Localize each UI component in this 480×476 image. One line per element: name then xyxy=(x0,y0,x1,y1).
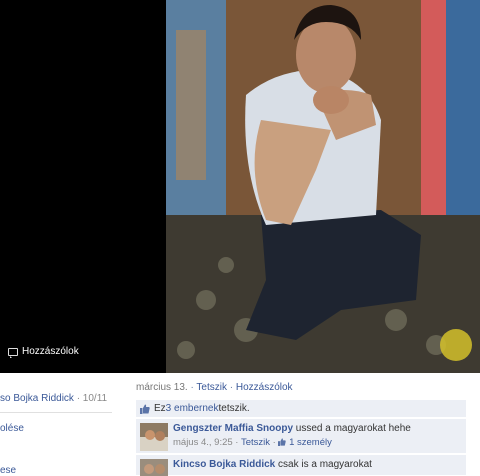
left-link-1[interactable]: olése xyxy=(0,423,24,434)
likes-summary: Ez 3 embernek tetszik. xyxy=(136,400,466,418)
feedback-panel: március 13. · Tetszik · Hozzászólok Ez 3… xyxy=(130,373,480,476)
thumbs-up-icon xyxy=(140,404,150,414)
likes-count-link[interactable]: 3 embernek xyxy=(166,403,219,414)
photo-meta: március 13. · Tetszik · Hozzászólok xyxy=(136,382,293,393)
photo-viewer: Hozzászólok xyxy=(0,0,480,373)
avatar-image xyxy=(140,423,168,451)
photo[interactable] xyxy=(166,0,480,373)
add-comment-label: Hozzászólok xyxy=(22,346,79,357)
comment-text: csak is a magyarokat xyxy=(275,459,372,470)
comment-time: május 4., 9:25 xyxy=(173,437,233,448)
comment-like-link[interactable]: Tetszik xyxy=(241,437,270,448)
comment-author[interactable]: Kincso Bojka Riddick xyxy=(173,459,275,470)
comment-link[interactable]: Hozzászólok xyxy=(236,382,293,393)
comment-meta: május 4., 9:25 · Tetszik · 1 személy xyxy=(173,437,332,448)
likes-suffix: tetszik. xyxy=(218,403,250,414)
thumbs-up-icon xyxy=(278,438,287,446)
photo-image xyxy=(166,0,480,373)
tagger-date: · 10/11 xyxy=(73,393,108,404)
avatar[interactable] xyxy=(140,459,168,476)
like-link[interactable]: Tetszik xyxy=(196,382,227,393)
comment-item: Gengszter Maffia Snoopy ussed a magyarok… xyxy=(136,419,466,454)
comment-text: ussed a magyarokat hehe xyxy=(293,423,411,434)
photo-date: március 13. xyxy=(136,382,188,393)
comment-body: Kincso Bojka Riddick csak is a magyaroka… xyxy=(173,459,372,470)
separator: · xyxy=(226,382,236,393)
left-panel: so Bojka Riddick · 10/11 olése ese xyxy=(0,373,130,476)
divider xyxy=(0,412,112,413)
comment-icon xyxy=(8,347,18,358)
tagger-line: so Bojka Riddick · 10/11 xyxy=(0,393,107,404)
tagger-name[interactable]: so Bojka Riddick xyxy=(0,393,74,404)
comment-likes-count[interactable]: 1 személy xyxy=(289,437,332,448)
add-comment-overlay[interactable]: Hozzászólok xyxy=(8,346,79,358)
left-link-2[interactable]: ese xyxy=(0,465,16,476)
comment-item: Kincso Bojka Riddick csak is a magyaroka… xyxy=(136,455,466,476)
comment-author[interactable]: Gengszter Maffia Snoopy xyxy=(173,423,293,434)
likes-prefix: Ez xyxy=(154,403,166,414)
comment-body: Gengszter Maffia Snoopy ussed a magyarok… xyxy=(173,423,411,434)
avatar[interactable] xyxy=(140,423,168,451)
avatar-image xyxy=(140,459,168,476)
